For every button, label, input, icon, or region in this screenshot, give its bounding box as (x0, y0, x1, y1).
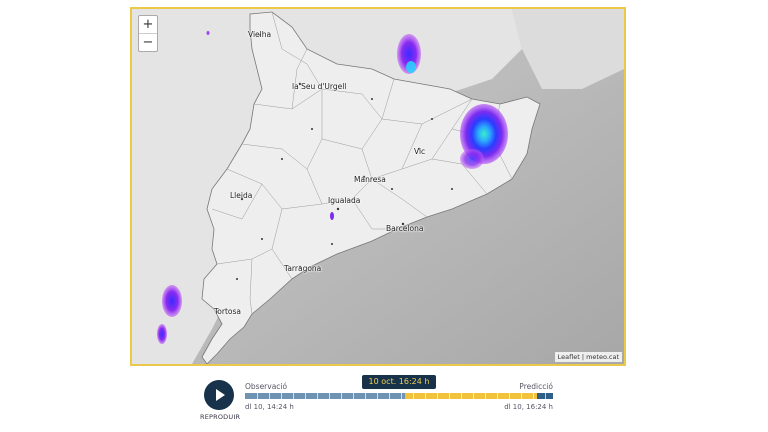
timeline-slider[interactable] (245, 393, 553, 399)
city-label-vic: Vic (414, 147, 426, 156)
timeline-tick (377, 393, 378, 399)
timeline-tick (389, 393, 390, 399)
timeline-tick (449, 393, 450, 399)
timeline-tick (281, 393, 282, 399)
play-button[interactable] (204, 380, 234, 410)
timeline-tick (497, 393, 498, 399)
map-canvas[interactable] (132, 9, 624, 364)
zoom-out-button[interactable]: − (139, 33, 157, 51)
city-label-tortosa: Tortosa (214, 307, 242, 316)
timeline-tick (317, 393, 318, 399)
current-time-badge: 10 oct. 16:24 h (362, 375, 436, 389)
timeline-tick (329, 393, 330, 399)
city-label-vielha: Vielha (248, 30, 272, 39)
timeline-tick (473, 393, 474, 399)
zoom-control: + − (138, 15, 158, 52)
timeline-tick (545, 393, 546, 399)
radar-echo-montsia (157, 324, 167, 344)
radar-map[interactable]: + − Vielha la Seu d'Urgell Vic Manresa L… (130, 7, 626, 366)
zoom-in-button[interactable]: + (139, 16, 157, 33)
radar-echo-small (330, 212, 334, 220)
timeline-tick (401, 393, 402, 399)
radar-echo-ebre (162, 285, 182, 317)
city-label-manresa: Manresa (354, 175, 386, 184)
timeline-tick (461, 393, 462, 399)
timeline-tick (521, 393, 522, 399)
end-time: dl 10, 16:24 h (504, 403, 553, 411)
map-attribution[interactable]: Leaflet | meteo.cat (554, 352, 622, 362)
timeline-tick (305, 393, 306, 399)
timeline-tick (341, 393, 342, 399)
timeline-tick (269, 393, 270, 399)
timeline-tick (533, 393, 534, 399)
radar-echo-osona (460, 149, 484, 169)
city-label-igualada: Igualada (328, 196, 361, 205)
city-label-la-seu-durgell: la Seu d'Urgell (292, 82, 347, 91)
start-time: dl 10, 14:24 h (245, 403, 294, 411)
prediction-label: Predicció (519, 382, 553, 391)
city-label-tarragona: Tarragona (284, 264, 322, 273)
radar-echo-ripolles-core (406, 61, 416, 73)
timeline-tick (293, 393, 294, 399)
timeline-tick (485, 393, 486, 399)
timeline-tick (365, 393, 366, 399)
city-label-lleida: Lleida (230, 191, 253, 200)
timeline-tick (257, 393, 258, 399)
timeline-tick (353, 393, 354, 399)
radar-echo-dot (206, 31, 210, 35)
timeline-tick (425, 393, 426, 399)
timeline-tick (413, 393, 414, 399)
city-label-barcelona: Barcelona (386, 224, 424, 233)
timeline-tick (437, 393, 438, 399)
timeline-tick (509, 393, 510, 399)
play-label: REPRODUIR (200, 413, 241, 421)
observation-label: Observació (245, 382, 288, 391)
